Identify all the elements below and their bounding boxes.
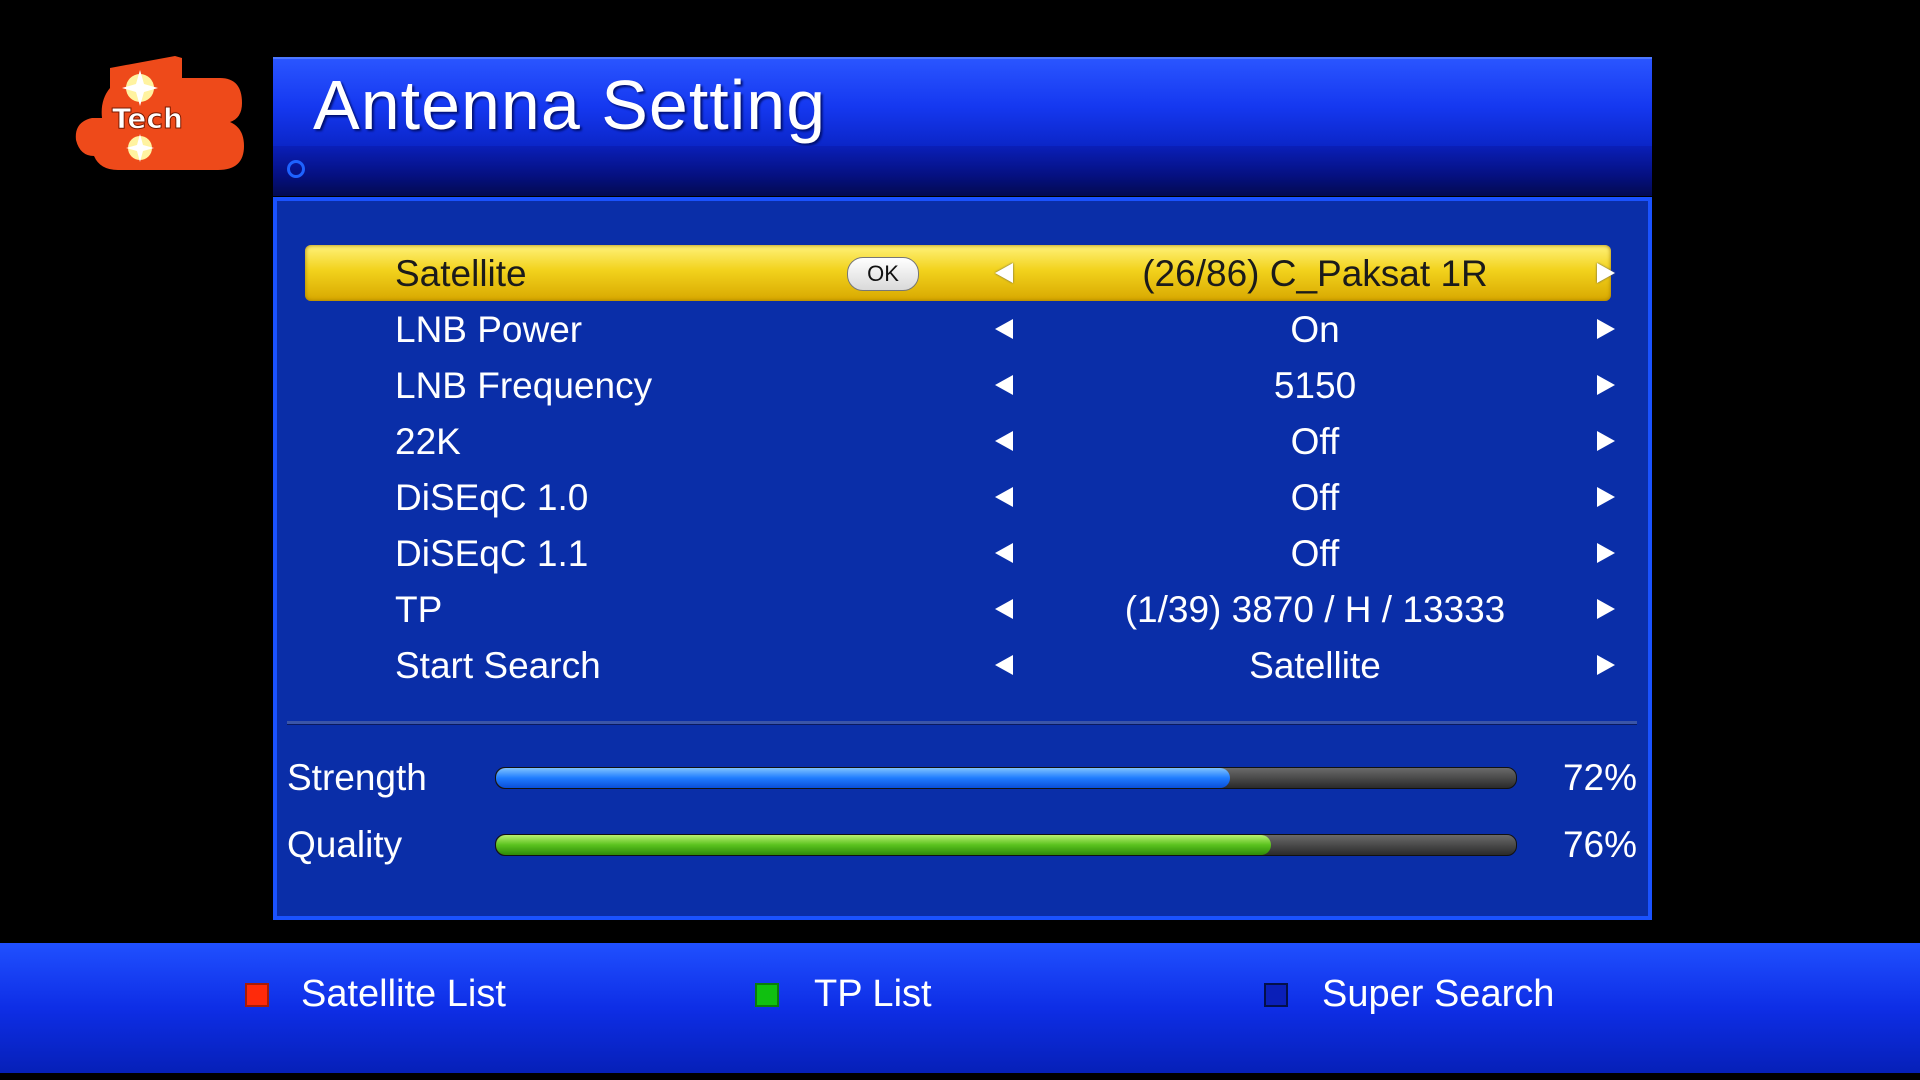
setting-value: On (1290, 309, 1340, 350)
setting-value: 5150 (1273, 365, 1357, 406)
arrow-right-icon[interactable] (1597, 487, 1615, 507)
setting-row-lnb-frequency[interactable]: LNB Frequency 5150 (305, 357, 1615, 413)
indicator-dot-icon (287, 160, 305, 178)
page-title: Antenna Setting (313, 66, 827, 144)
strength-bar (495, 767, 1517, 789)
hint-satellite-list[interactable]: Satellite List (301, 973, 506, 1016)
quality-label: Quality (287, 824, 403, 865)
setting-row-22k[interactable]: 22K Off (305, 413, 1615, 469)
setting-row-satellite[interactable]: Satellite OK (26/86) C_Paksat 1R (305, 245, 1615, 301)
arrow-right-icon[interactable] (1597, 543, 1615, 563)
setting-row-diseqc-1-0[interactable]: DiSEqC 1.0 Off (305, 469, 1615, 525)
arrow-right-icon[interactable] (1597, 655, 1615, 675)
arrow-left-icon[interactable] (995, 543, 1013, 563)
strength-bar-fill (496, 768, 1231, 788)
setting-value: (26/86) C_Paksat 1R (1142, 253, 1488, 294)
setting-label: LNB Power (395, 309, 583, 350)
setting-row-tp[interactable]: TP (1/39) 3870 / H / 13333 (305, 581, 1615, 637)
arrow-left-icon[interactable] (995, 375, 1013, 395)
setting-value: Off (1290, 421, 1340, 462)
footer-hint-bar: Satellite List TP List Super Search (0, 943, 1920, 1073)
setting-label: DiSEqC 1.0 (395, 477, 589, 518)
quality-bar (495, 834, 1517, 856)
hint-tp-list[interactable]: TP List (814, 973, 932, 1016)
arrow-right-icon[interactable] (1597, 599, 1615, 619)
setting-label: Start Search (395, 645, 601, 686)
setting-row-diseqc-1-1[interactable]: DiSEqC 1.1 Off (305, 525, 1615, 581)
quality-bar-fill (496, 835, 1272, 855)
setting-row-start-search[interactable]: Start Search Satellite (305, 637, 1615, 693)
arrow-left-icon[interactable] (995, 655, 1013, 675)
svg-text:Tech: Tech (112, 102, 183, 135)
strength-percent: 72% (1562, 757, 1637, 798)
red-key-icon (245, 983, 269, 1007)
arrow-right-icon[interactable] (1597, 263, 1615, 283)
sub-bar (273, 146, 1652, 196)
arrow-left-icon[interactable] (995, 599, 1013, 619)
arrow-left-icon[interactable] (995, 431, 1013, 451)
divider (287, 721, 1637, 725)
setting-label: LNB Frequency (395, 365, 653, 406)
arrow-left-icon[interactable] (995, 487, 1013, 507)
setting-value: Satellite (1249, 645, 1381, 686)
arrow-left-icon[interactable] (995, 263, 1013, 283)
arrow-left-icon[interactable] (995, 319, 1013, 339)
setting-label: TP (395, 589, 443, 630)
hint-super-search[interactable]: Super Search (1322, 973, 1554, 1016)
arrow-right-icon[interactable] (1597, 375, 1615, 395)
setting-value: (1/39) 3870 / H / 13333 (1124, 589, 1506, 630)
arrow-right-icon[interactable] (1597, 431, 1615, 451)
tech-stb-logo: Tech (70, 48, 245, 176)
blue-key-icon (1264, 983, 1288, 1007)
arrow-right-icon[interactable] (1597, 319, 1615, 339)
title-bar: Antenna Setting (273, 57, 1652, 146)
setting-value: Off (1290, 477, 1340, 518)
setting-value: Off (1290, 533, 1340, 574)
strength-label: Strength (287, 757, 427, 798)
setting-label: Satellite (395, 253, 527, 294)
quality-percent: 76% (1562, 824, 1637, 865)
setting-row-lnb-power[interactable]: LNB Power On (305, 301, 1615, 357)
setting-label: 22K (395, 421, 461, 462)
green-key-icon (755, 983, 779, 1007)
setting-label: DiSEqC 1.1 (395, 533, 589, 574)
ok-button[interactable]: OK (847, 257, 919, 291)
settings-panel: Satellite OK (26/86) C_Paksat 1R LNB Pow… (273, 197, 1652, 920)
